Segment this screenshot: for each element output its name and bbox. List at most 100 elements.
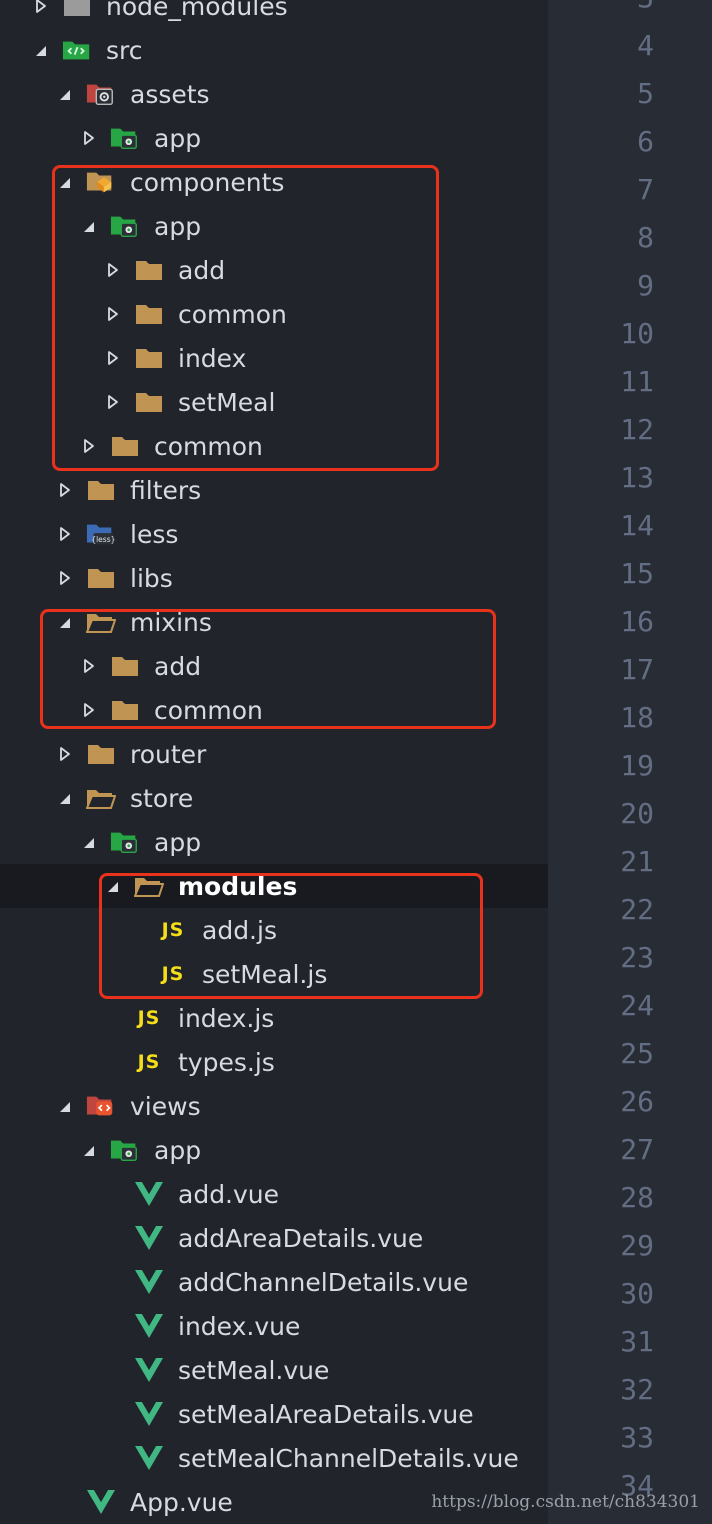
file-tree-folder-item[interactable]: app [0,116,548,160]
collapsed-arrow-icon[interactable] [58,745,72,763]
file-tree-folder-item[interactable]: components [0,160,548,204]
collapsed-arrow-icon[interactable] [58,525,72,543]
expanded-arrow-icon[interactable] [58,789,72,807]
file-tree-file-item[interactable]: addAreaDetails.vue [0,1216,548,1260]
javascript-file-icon: JS [161,963,185,985]
file-tree-item-label: setMealChannelDetails.vue [178,1443,519,1473]
javascript-file-icon: JS [137,1007,161,1029]
file-tree-folder-item[interactable]: app [0,1128,548,1172]
file-tree-folder-item[interactable]: app [0,204,548,248]
vue-file-icon [134,1180,164,1208]
file-tree-folder-item[interactable]: add [0,248,548,292]
file-tree-item-label: setMeal.vue [178,1355,330,1385]
file-tree-file-item[interactable]: JS types.js [0,1040,548,1084]
file-tree-folder-item[interactable]: index [0,336,548,380]
file-tree-file-item[interactable]: add.vue [0,1172,548,1216]
file-tree-folder-item[interactable]: src [0,28,548,72]
file-tree-folder-item[interactable]: app [0,820,548,864]
app-folder-icon [110,212,140,240]
file-tree-folder-item[interactable]: router [0,732,548,776]
file-tree-folder-item[interactable]: node_modules [0,0,548,28]
folder-icon [62,0,92,20]
file-tree-item-label: add.js [202,915,277,945]
collapsed-arrow-icon[interactable] [106,393,120,411]
file-tree-folder-item[interactable]: views [0,1084,548,1128]
vue-file-icon [134,1356,164,1384]
collapsed-arrow-icon[interactable] [106,305,120,323]
collapsed-arrow-icon[interactable] [82,129,96,147]
expanded-arrow-icon[interactable] [82,833,96,851]
line-number: 31 [620,1325,654,1358]
expanded-arrow-icon[interactable] [58,613,72,631]
line-number: 30 [620,1277,654,1310]
editor-line-number-gutter: 3 4 5 6 7 8 9 10 11 12 13 14 15 16 17 18 19 20 21 22 23 24 25 2… [548,0,712,1524]
expanded-arrow-icon[interactable] [82,217,96,235]
file-tree-item-label: modules [178,871,298,901]
file-tree-file-item[interactable]: setMealAreaDetails.vue [0,1392,548,1436]
expanded-arrow-icon[interactable] [106,877,120,895]
collapsed-arrow-icon[interactable] [82,437,96,455]
file-tree-file-item[interactable]: JS add.js [0,908,548,952]
file-tree-item-label: index.vue [178,1311,301,1341]
file-tree-folder-item[interactable]: assets [0,72,548,116]
file-tree-folder-item[interactable]: libs [0,556,548,600]
collapsed-arrow-icon[interactable] [58,569,72,587]
collapsed-arrow-icon[interactable] [82,657,96,675]
line-number: 33 [620,1421,654,1454]
components-folder-icon [86,168,116,196]
expanded-arrow-icon[interactable] [58,85,72,103]
file-tree-item-label: add [154,651,202,681]
file-tree-folder-item[interactable]: filters [0,468,548,512]
file-tree-item-label: app [154,827,202,857]
file-tree-folder-item[interactable]: mixins [0,600,548,644]
line-number: 18 [620,701,654,734]
file-tree-item-label: common [178,299,287,329]
vue-file-icon [134,1444,164,1472]
collapsed-arrow-icon[interactable] [34,0,48,15]
expanded-arrow-icon[interactable] [58,173,72,191]
file-tree-folder-item[interactable]: store [0,776,548,820]
folder-icon [134,300,164,328]
file-tree-item-label: setMealAreaDetails.vue [178,1399,474,1429]
file-tree-item-label: add [178,255,226,285]
line-number: 28 [620,1181,654,1214]
expanded-arrow-icon[interactable] [82,1141,96,1159]
file-tree-folder-item[interactable]: {less} less [0,512,548,556]
line-number: 23 [620,941,654,974]
file-tree-folder-item[interactable]: common [0,292,548,336]
file-tree-item-label: src [106,35,143,65]
file-tree-item-label: add.vue [178,1179,280,1209]
line-number: 15 [620,557,654,590]
vue-file-icon [86,1488,116,1516]
folder-icon [86,740,116,768]
file-tree-item-label: node_modules [106,0,288,21]
file-tree-item-label: components [130,167,285,197]
file-tree-file-item[interactable]: JS index.js [0,996,548,1040]
expanded-arrow-icon[interactable] [58,1097,72,1115]
collapsed-arrow-icon[interactable] [82,701,96,719]
file-tree-folder-item[interactable]: add [0,644,548,688]
folder-icon [110,652,140,680]
less-folder-icon: {less} [86,520,116,548]
file-tree-file-item[interactable]: setMealChannelDetails.vue [0,1436,548,1480]
file-tree-file-item[interactable]: JS setMeal.js [0,952,548,996]
file-tree-folder-item[interactable]: setMeal [0,380,548,424]
file-tree-item-label: setMeal [178,387,276,417]
file-tree-folder-item[interactable]: modules [0,864,548,908]
folder-open-icon [86,784,116,812]
vue-file-icon [134,1312,164,1340]
file-tree-file-item[interactable]: setMeal.vue [0,1348,548,1392]
line-number: 14 [620,509,654,542]
collapsed-arrow-icon[interactable] [106,349,120,367]
file-tree-file-item[interactable]: index.vue [0,1304,548,1348]
line-number: 26 [620,1085,654,1118]
file-tree-item-label: libs [130,563,173,593]
line-number: 16 [620,605,654,638]
file-tree-folder-item[interactable]: common [0,424,548,468]
collapsed-arrow-icon[interactable] [58,481,72,499]
file-tree-file-item[interactable]: addChannelDetails.vue [0,1260,548,1304]
file-tree-item-label: store [130,783,194,813]
file-tree-folder-item[interactable]: common [0,688,548,732]
collapsed-arrow-icon[interactable] [106,261,120,279]
expanded-arrow-icon[interactable] [34,41,48,59]
